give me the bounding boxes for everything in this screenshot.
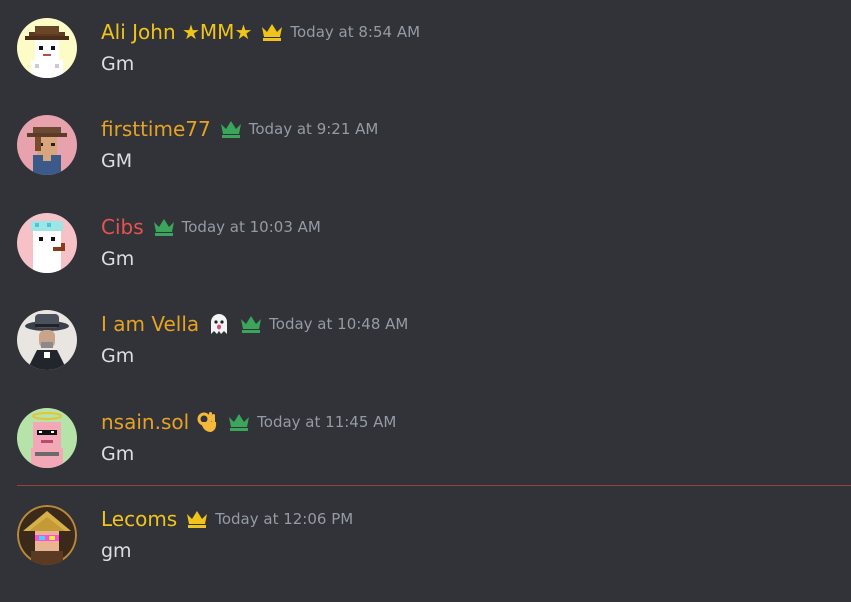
username[interactable]: I am Vella [101, 310, 199, 338]
username[interactable]: Ali John ★MM★ [101, 18, 252, 46]
message-content: gm [101, 540, 132, 562]
new-messages-divider [17, 485, 851, 486]
message-item[interactable]: firsttime77 Today at 9:21 AM GM [0, 115, 851, 212]
pixel-pipe-smoker-avatar-icon [17, 213, 77, 273]
message-content: Gm [101, 345, 135, 367]
message-content: GM [101, 150, 133, 172]
message-header: firsttime77 Today at 9:21 AM [101, 115, 378, 143]
message-header: I am Vella Today at 10:48 AM [101, 310, 408, 338]
gold-crown-icon[interactable] [185, 509, 209, 529]
message-item[interactable]: Cibs Today at 10:03 AM Gm [0, 213, 851, 310]
ok-hand-icon[interactable] [197, 410, 219, 434]
avatar[interactable] [17, 18, 77, 78]
green-crown-icon[interactable] [227, 412, 251, 432]
avatar[interactable] [17, 505, 77, 565]
gold-crown-icon[interactable] [260, 22, 284, 42]
avatar[interactable] [17, 408, 77, 468]
timestamp[interactable]: Today at 8:54 AM [290, 18, 420, 46]
timestamp[interactable]: Today at 10:03 AM [182, 213, 321, 241]
username[interactable]: Lecoms [101, 505, 177, 533]
green-crown-icon[interactable] [152, 217, 176, 237]
message-header: Ali John ★MM★ Today at 8:54 AM [101, 18, 420, 46]
straw-hat-avatar-icon [17, 505, 77, 565]
timestamp[interactable]: Today at 12:06 PM [215, 505, 353, 533]
username[interactable]: nsain.sol [101, 408, 189, 436]
fedora-gentleman-avatar-icon [17, 310, 77, 370]
avatar[interactable] [17, 310, 77, 370]
message-content: Gm [101, 443, 135, 465]
message-header: nsain.sol Today at 11:45 AM [101, 408, 396, 436]
timestamp[interactable]: Today at 9:21 AM [249, 115, 379, 143]
ghost-icon[interactable] [207, 312, 231, 336]
timestamp[interactable]: Today at 10:48 AM [269, 310, 408, 338]
pixel-cowboy-avatar-icon [17, 18, 77, 78]
message-header: Lecoms Today at 12:06 PM [101, 505, 353, 533]
message-content: Gm [101, 248, 135, 270]
message-item[interactable]: I am Vella Today at 10:48 AM Gm [0, 310, 851, 407]
timestamp[interactable]: Today at 11:45 AM [257, 408, 396, 436]
message-item[interactable]: Lecoms Today at 12:06 PM gm [0, 505, 851, 602]
avatar[interactable] [17, 115, 77, 175]
pixel-halo-sunglasses-avatar-icon [17, 408, 77, 468]
pixel-adventurer-avatar-icon [17, 115, 77, 175]
message-header: Cibs Today at 10:03 AM [101, 213, 321, 241]
message-item[interactable]: nsain.sol Today at 11:45 AM Gm [0, 408, 851, 505]
message-item[interactable]: Ali John ★MM★ Today at 8:54 AM Gm [0, 18, 851, 115]
username[interactable]: firsttime77 [101, 115, 211, 143]
message-content: Gm [101, 53, 135, 75]
green-crown-icon[interactable] [219, 119, 243, 139]
avatar[interactable] [17, 213, 77, 273]
username[interactable]: Cibs [101, 213, 144, 241]
green-crown-icon[interactable] [239, 314, 263, 334]
